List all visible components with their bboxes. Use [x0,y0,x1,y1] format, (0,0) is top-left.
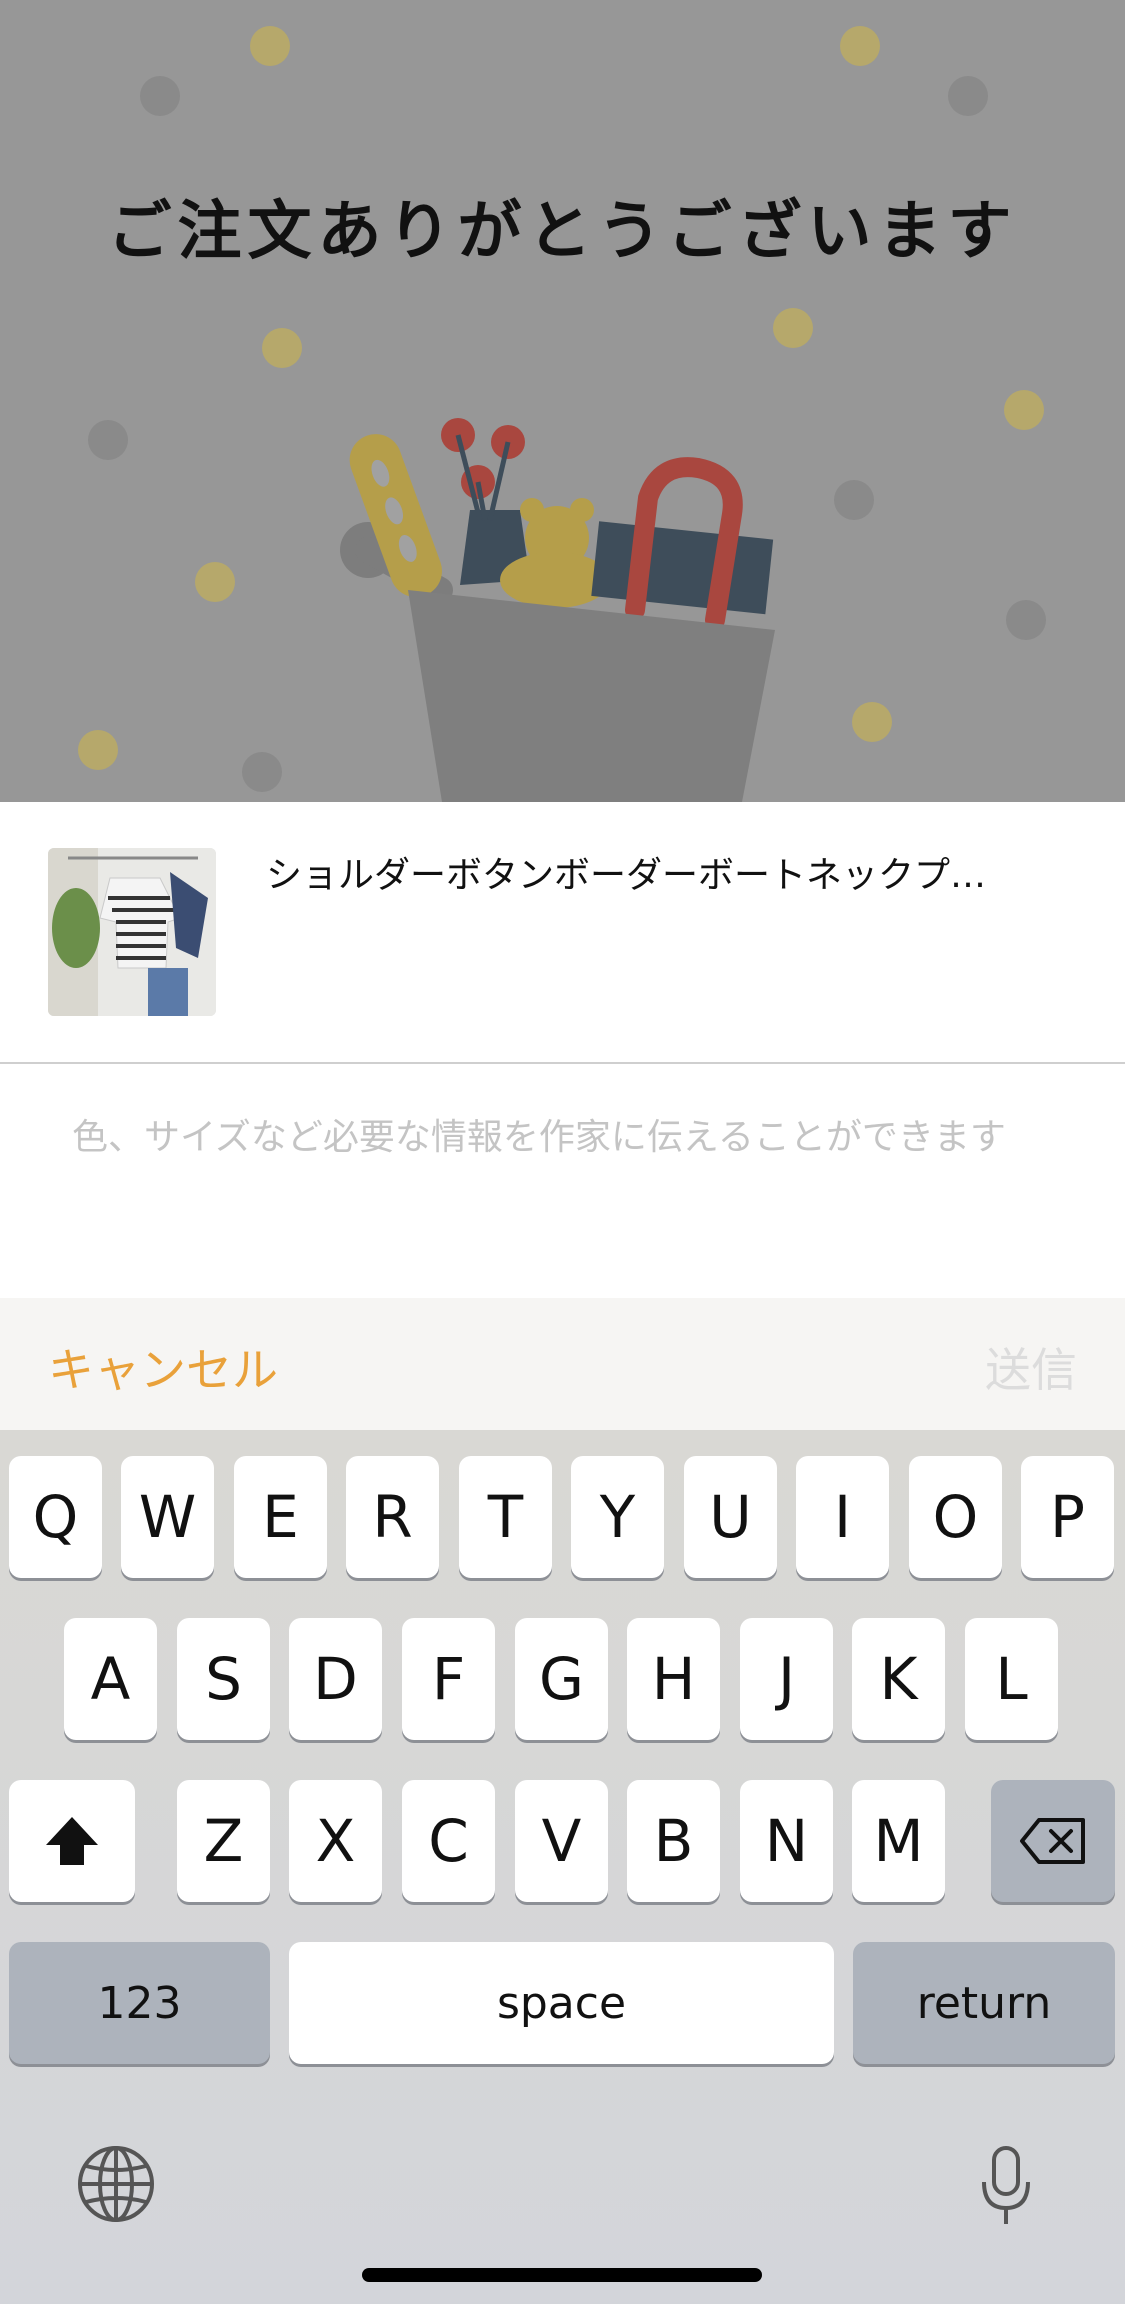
decor-dot [88,420,128,460]
key-l[interactable]: L [965,1618,1058,1740]
key-a[interactable]: A [64,1618,157,1740]
decor-dot [773,308,813,348]
compose-toolbar: キャンセル 送信 [0,1298,1125,1430]
key-x[interactable]: X [289,1780,382,1902]
decor-dot [195,562,235,602]
thank-you-title: ご注文ありがとうございます [107,195,1018,269]
decor-dot [840,26,880,66]
key-o[interactable]: O [909,1456,1002,1578]
order-complete-hero: ご注文ありがとうございます [0,0,1125,802]
microphone-icon[interactable] [976,2144,1036,2228]
decor-dot [852,702,892,742]
product-summary: ショルダーボタンボーダーボートネックプ… [0,802,1125,1064]
home-indicator[interactable] [362,2268,762,2282]
key-c[interactable]: C [402,1780,495,1902]
globe-icon[interactable] [76,2144,156,2224]
key-z[interactable]: Z [177,1780,270,1902]
decor-dot [140,76,180,116]
key-t[interactable]: T [459,1456,552,1578]
key-w[interactable]: W [121,1456,214,1578]
decor-dot [242,752,282,792]
shopping-basket-illustration [340,418,775,802]
key-j[interactable]: J [740,1618,833,1740]
key-b[interactable]: B [627,1780,720,1902]
key-e[interactable]: E [234,1456,327,1578]
decor-dot [948,76,988,116]
decor-dot [1004,390,1044,430]
space-key[interactable]: space [289,1942,834,2064]
shift-key[interactable] [9,1780,135,1902]
decor-dot [78,730,118,770]
software-keyboard: Q W E R T Y U I O P A S D F G H J K L Z … [0,1430,1125,2304]
delete-key[interactable] [991,1780,1115,1902]
key-m[interactable]: M [852,1780,945,1902]
key-f[interactable]: F [402,1618,495,1740]
key-p[interactable]: P [1021,1456,1114,1578]
send-button[interactable]: 送信 [985,1334,1077,1400]
key-r[interactable]: R [346,1456,439,1578]
key-u[interactable]: U [684,1456,777,1578]
numbers-key[interactable]: 123 [9,1942,270,2064]
decor-dot [834,480,874,520]
product-thumbnail [48,848,216,1016]
shift-icon [46,1817,98,1865]
message-placeholder: 色、サイズなど必要な情報を作家に伝えることができます [72,1117,1006,1158]
key-g[interactable]: G [515,1618,608,1740]
cancel-button[interactable]: キャンセル [48,1334,278,1400]
product-title: ショルダーボタンボーダーボートネックプ… [266,855,987,896]
key-n[interactable]: N [740,1780,833,1902]
decor-dot [1006,600,1046,640]
decor-dot [262,328,302,368]
key-k[interactable]: K [852,1618,945,1740]
backspace-icon [1020,1818,1085,1864]
decor-dot [250,26,290,66]
key-v[interactable]: V [515,1780,608,1902]
key-d[interactable]: D [289,1618,382,1740]
message-input[interactable]: 色、サイズなど必要な情報を作家に伝えることができます [0,1064,1125,1298]
return-key[interactable]: return [853,1942,1115,2064]
key-i[interactable]: I [796,1456,889,1578]
key-q[interactable]: Q [9,1456,102,1578]
key-h[interactable]: H [627,1618,720,1740]
key-y[interactable]: Y [571,1456,664,1578]
key-s[interactable]: S [177,1618,270,1740]
